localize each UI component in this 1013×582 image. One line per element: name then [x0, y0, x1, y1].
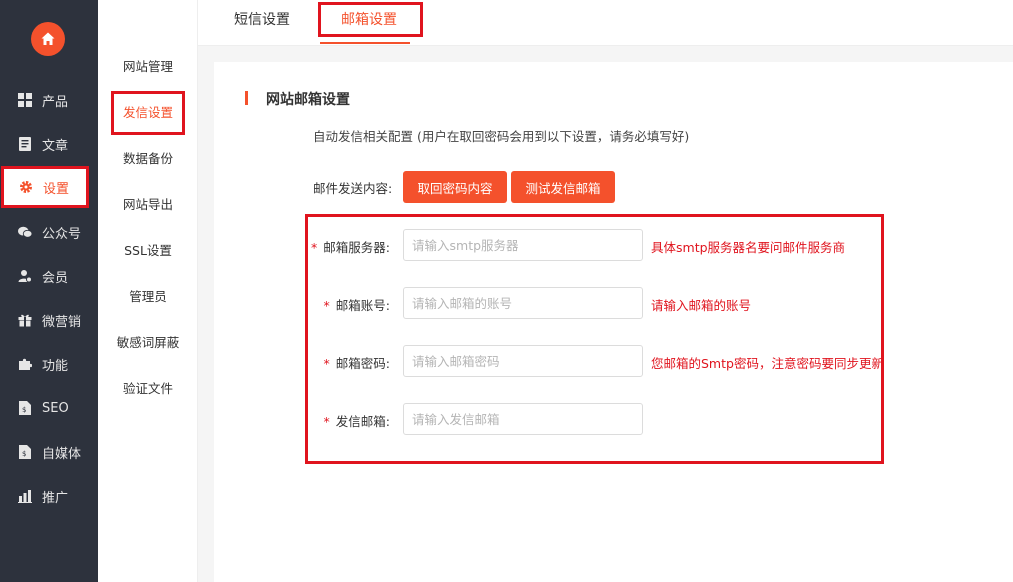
top-tabs: 短信设置 邮箱设置 — [198, 0, 1013, 46]
tab-email-settings[interactable]: 邮箱设置 — [324, 0, 414, 42]
home-icon — [41, 32, 55, 45]
nav-item-label: 设置 — [43, 181, 70, 197]
svg-text:$: $ — [22, 450, 26, 458]
document-icon — [18, 137, 32, 151]
required-star: * — [323, 356, 330, 371]
nav-item-settings[interactable]: 设置 — [1, 168, 89, 206]
email-account-label-text: 邮箱账号: — [335, 298, 390, 313]
section-title-accent — [245, 91, 248, 105]
subnav-item-mail-settings[interactable]: 发信设置 — [98, 103, 198, 123]
subnav-item-data-backup[interactable]: 数据备份 — [98, 149, 198, 169]
nav-item-micro-marketing[interactable]: 微营销 — [0, 300, 98, 340]
email-account-label: * 邮箱账号: — [300, 295, 390, 314]
puzzle-icon — [18, 357, 32, 371]
main-sidebar: 产品 文章 设置 公众号 会员 微营销 功能 $ SEO $ 自媒体 推广 — [0, 0, 98, 582]
sender-email-label-text: 发信邮箱: — [335, 414, 390, 429]
section-description: 自动发信相关配置 (用户在取回密码会用到以下设置，请务必填写好) — [313, 129, 690, 144]
subnav-item-site-management[interactable]: 网站管理 — [98, 57, 198, 77]
subnav-item-verification-file[interactable]: 验证文件 — [98, 379, 198, 399]
nav-item-label: 公众号 — [42, 226, 82, 242]
smtp-server-input[interactable] — [403, 229, 643, 261]
nav-item-promotion[interactable]: 推广 — [0, 476, 98, 516]
nav-item-label: 产品 — [42, 94, 69, 110]
email-password-hint: 您邮箱的Smtp密码，注意密码要同步更新 — [651, 356, 884, 371]
user-icon — [18, 269, 32, 283]
gear-icon — [19, 180, 33, 194]
settings-subnav: 网站管理 发信设置 数据备份 网站导出 SSL设置 管理员 敏感词屏蔽 验证文件 — [98, 0, 198, 582]
active-tab-indicator — [320, 42, 410, 44]
smtp-server-label: * 邮箱服务器: — [300, 237, 390, 256]
nav-item-articles[interactable]: 文章 — [0, 124, 98, 164]
email-account-input[interactable] — [403, 287, 643, 319]
test-sender-email-button[interactable]: 测试发信邮箱 — [511, 171, 615, 203]
nav-item-features[interactable]: 功能 — [0, 344, 98, 384]
nav-item-products[interactable]: 产品 — [0, 80, 98, 120]
sender-email-input[interactable] — [403, 403, 643, 435]
sender-email-label: * 发信邮箱: — [300, 411, 390, 430]
nav-item-label: 会员 — [42, 270, 69, 286]
send-content-label: 邮件发送内容: — [313, 181, 393, 196]
email-password-label-text: 邮箱密码: — [335, 356, 390, 371]
bar-chart-icon — [18, 489, 32, 503]
email-password-label: * 邮箱密码: — [300, 353, 390, 372]
subnav-item-administrators[interactable]: 管理员 — [98, 287, 198, 307]
seo-doc-icon: $ — [18, 401, 32, 415]
nav-item-label: 功能 — [42, 358, 69, 374]
grid-icon — [18, 93, 32, 107]
nav-item-label: 自媒体 — [42, 446, 82, 462]
required-star: * — [323, 414, 330, 429]
email-account-hint: 请输入邮箱的账号 — [651, 298, 752, 313]
retrieve-password-content-button[interactable]: 取回密码内容 — [403, 171, 507, 203]
section-title: 网站邮箱设置 — [266, 92, 350, 108]
tab-sms-settings[interactable]: 短信设置 — [220, 0, 304, 42]
subnav-item-site-export[interactable]: 网站导出 — [98, 195, 198, 215]
nav-item-label: 文章 — [42, 138, 69, 154]
home-logo-button[interactable] — [31, 22, 65, 56]
nav-item-seo[interactable]: $ SEO — [0, 388, 98, 428]
required-star: * — [311, 240, 318, 255]
subnav-item-sensitive-words[interactable]: 敏感词屏蔽 — [98, 333, 198, 353]
email-password-input[interactable] — [403, 345, 643, 377]
nav-item-label: SEO — [42, 400, 69, 416]
svg-text:$: $ — [22, 406, 26, 414]
nav-item-wechat[interactable]: 公众号 — [0, 212, 98, 252]
required-star: * — [323, 298, 330, 313]
wechat-icon — [18, 225, 32, 239]
nav-item-label: 微营销 — [42, 314, 82, 330]
subnav-item-ssl-settings[interactable]: SSL设置 — [98, 241, 198, 261]
gift-icon — [18, 313, 32, 327]
media-doc-icon: $ — [18, 445, 32, 459]
nav-item-label: 推广 — [42, 490, 69, 506]
nav-item-self-media[interactable]: $ 自媒体 — [0, 432, 98, 472]
smtp-server-label-text: 邮箱服务器: — [323, 240, 390, 255]
nav-item-members[interactable]: 会员 — [0, 256, 98, 296]
smtp-server-hint: 具体smtp服务器名要问邮件服务商 — [651, 240, 846, 255]
